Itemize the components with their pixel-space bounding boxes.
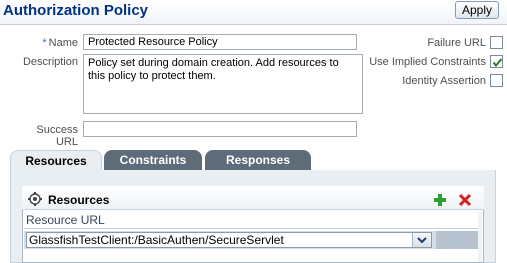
scrollbar[interactable] bbox=[478, 212, 482, 262]
failure-url-label: Failure URL bbox=[427, 37, 486, 49]
name-field[interactable]: Protected Resource Policy bbox=[83, 34, 357, 50]
identity-assertion-checkbox[interactable] bbox=[490, 74, 503, 87]
check-icon bbox=[492, 58, 503, 68]
page-title: Authorization Policy bbox=[3, 2, 149, 19]
required-marker: * bbox=[42, 37, 47, 49]
description-label: Description bbox=[22, 56, 78, 68]
success-url-field[interactable] bbox=[83, 121, 357, 137]
add-icon[interactable] bbox=[433, 193, 447, 207]
failure-url-checkbox[interactable] bbox=[490, 36, 503, 49]
row-selection-cell[interactable] bbox=[436, 231, 478, 249]
chevron-down-icon[interactable] bbox=[412, 233, 431, 247]
gear-icon bbox=[28, 192, 42, 206]
name-label: * Name bbox=[42, 37, 78, 49]
tab-constraints[interactable]: Constraints bbox=[104, 150, 202, 170]
resource-url-column-header[interactable]: Resource URL bbox=[24, 212, 478, 229]
tab-responses[interactable]: Responses bbox=[205, 150, 311, 170]
use-implied-constraints-checkbox[interactable] bbox=[490, 55, 503, 68]
delete-icon[interactable] bbox=[458, 193, 472, 207]
apply-button[interactable]: Apply bbox=[455, 1, 499, 19]
success-url-label: Success URL bbox=[36, 124, 78, 148]
tab-resources[interactable]: Resources bbox=[10, 150, 102, 170]
use-implied-constraints-label: Use Implied Constraints bbox=[369, 56, 486, 68]
resource-url-select[interactable]: GlassfishTestClient:/BasicAuthen/SecureS… bbox=[26, 232, 432, 248]
identity-assertion-label: Identity Assertion bbox=[402, 75, 486, 87]
resources-subpanel-title: Resources bbox=[48, 193, 110, 207]
description-field[interactable]: Policy set during domain creation. Add r… bbox=[83, 54, 363, 114]
